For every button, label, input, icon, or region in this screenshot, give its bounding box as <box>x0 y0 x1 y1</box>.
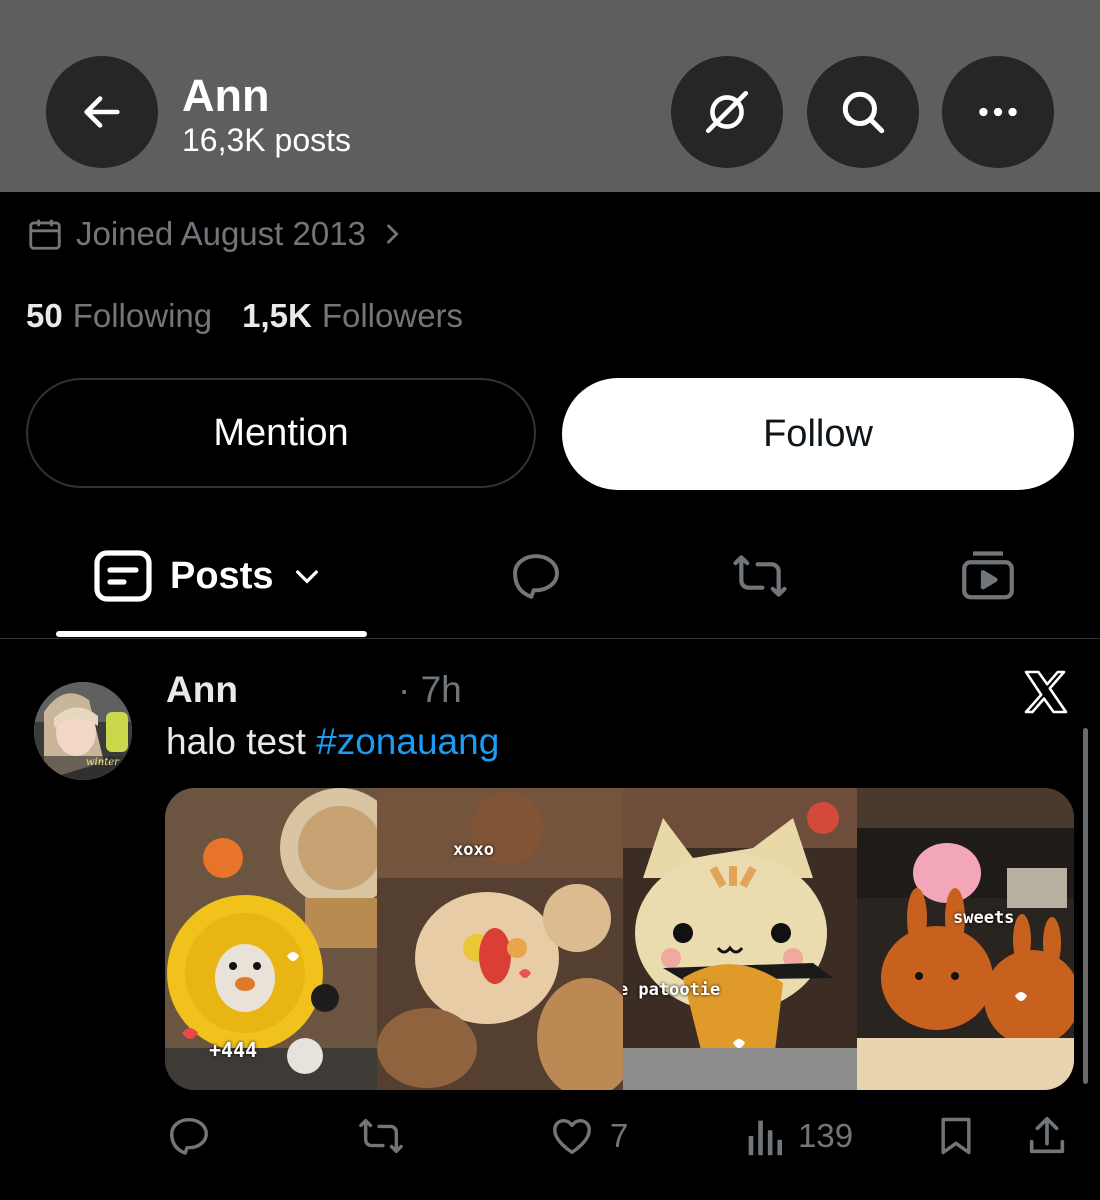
views-count: 139 <box>798 1117 854 1154</box>
views-icon <box>748 1120 783 1156</box>
calendar-icon <box>29 219 61 250</box>
follow-stats: 50 Following 1,5K Followers <box>26 294 493 338</box>
profile-tabs: Posts <box>0 520 1100 639</box>
grok-button[interactable] <box>671 56 783 168</box>
mention-button[interactable]: Mention <box>26 378 536 488</box>
avatar-image: winter <box>34 682 132 780</box>
search-button[interactable] <box>807 56 919 168</box>
grok-icon <box>705 90 749 134</box>
media-overlay-text: cutie patootie <box>623 980 721 1000</box>
tweet-media[interactable]: +444 xoxo e patootie sweets <box>165 788 1074 1090</box>
share-button[interactable] <box>1024 1112 1070 1160</box>
avatar[interactable]: winter <box>34 682 132 780</box>
tab-posts-label: Posts <box>170 554 274 597</box>
reply-icon <box>170 1117 208 1155</box>
heart-icon <box>553 1118 591 1155</box>
following-label: Following <box>72 297 213 334</box>
more-button[interactable] <box>942 56 1054 168</box>
repost-button[interactable] <box>356 1112 406 1160</box>
follow-button[interactable]: Follow <box>562 378 1074 490</box>
search-icon <box>842 91 885 134</box>
followers-count: 1,5K <box>242 297 312 334</box>
media-image[interactable]: cutie patootie <box>623 788 857 1090</box>
scrollbar[interactable] <box>1083 728 1088 1084</box>
arrow-left-icon <box>84 96 120 128</box>
followers-label: Followers <box>321 297 464 334</box>
tab-posts[interactable]: Posts <box>94 546 323 606</box>
tweet-author[interactable]: Ann <box>166 668 238 712</box>
back-button[interactable] <box>46 56 158 168</box>
joined-text: Joined August 2013 <box>76 215 366 252</box>
chevron-down-icon <box>296 570 319 584</box>
bookmark-button[interactable] <box>934 1112 978 1160</box>
more-icon <box>979 107 1017 117</box>
tweet-text: halo test #zonauang <box>166 720 499 764</box>
joined-date-link[interactable]: Joined August 2013 <box>26 212 406 256</box>
x-logo-icon <box>1022 668 1070 716</box>
svg-text:winter: winter <box>86 757 120 768</box>
posts-tab-icon <box>94 550 152 602</box>
active-tab-indicator <box>56 631 367 637</box>
hashtag-link[interactable]: #zonauang <box>316 721 499 762</box>
media-image[interactable]: xoxo <box>377 788 623 1090</box>
like-count: 7 <box>610 1117 629 1154</box>
followers-link[interactable]: 1,5K Followers <box>242 297 463 335</box>
tab-replies[interactable] <box>504 546 568 606</box>
reply-icon <box>513 554 559 599</box>
reply-button[interactable] <box>166 1112 212 1160</box>
tab-reposts[interactable] <box>728 546 792 606</box>
media-image[interactable]: +444 <box>165 788 377 1090</box>
media-overlay-text: xoxo <box>453 840 494 860</box>
share-icon <box>1029 1116 1065 1154</box>
header-name: Ann <box>182 70 270 121</box>
video-icon <box>962 551 1014 600</box>
media-overlay-text: sweets <box>953 908 1015 928</box>
header-post-count: 16,3K posts <box>182 122 351 158</box>
media-image[interactable]: sweets <box>857 788 1074 1090</box>
media-overlay-text: +444 <box>209 1038 258 1062</box>
profile-header: Ann 16,3K posts <box>0 0 1100 192</box>
bookmark-icon <box>941 1117 971 1155</box>
chevron-right-icon <box>387 224 399 244</box>
tweet-body: halo test <box>166 721 317 762</box>
repost-icon <box>733 555 787 597</box>
following-count: 50 <box>26 297 63 334</box>
tweet-time: · 7h <box>398 669 462 710</box>
following-link[interactable]: 50 Following <box>26 297 212 335</box>
tab-media[interactable] <box>956 546 1020 606</box>
like-button[interactable]: 7 <box>548 1112 628 1160</box>
repost-icon <box>359 1118 403 1154</box>
views-button[interactable]: 139 <box>744 1112 853 1160</box>
